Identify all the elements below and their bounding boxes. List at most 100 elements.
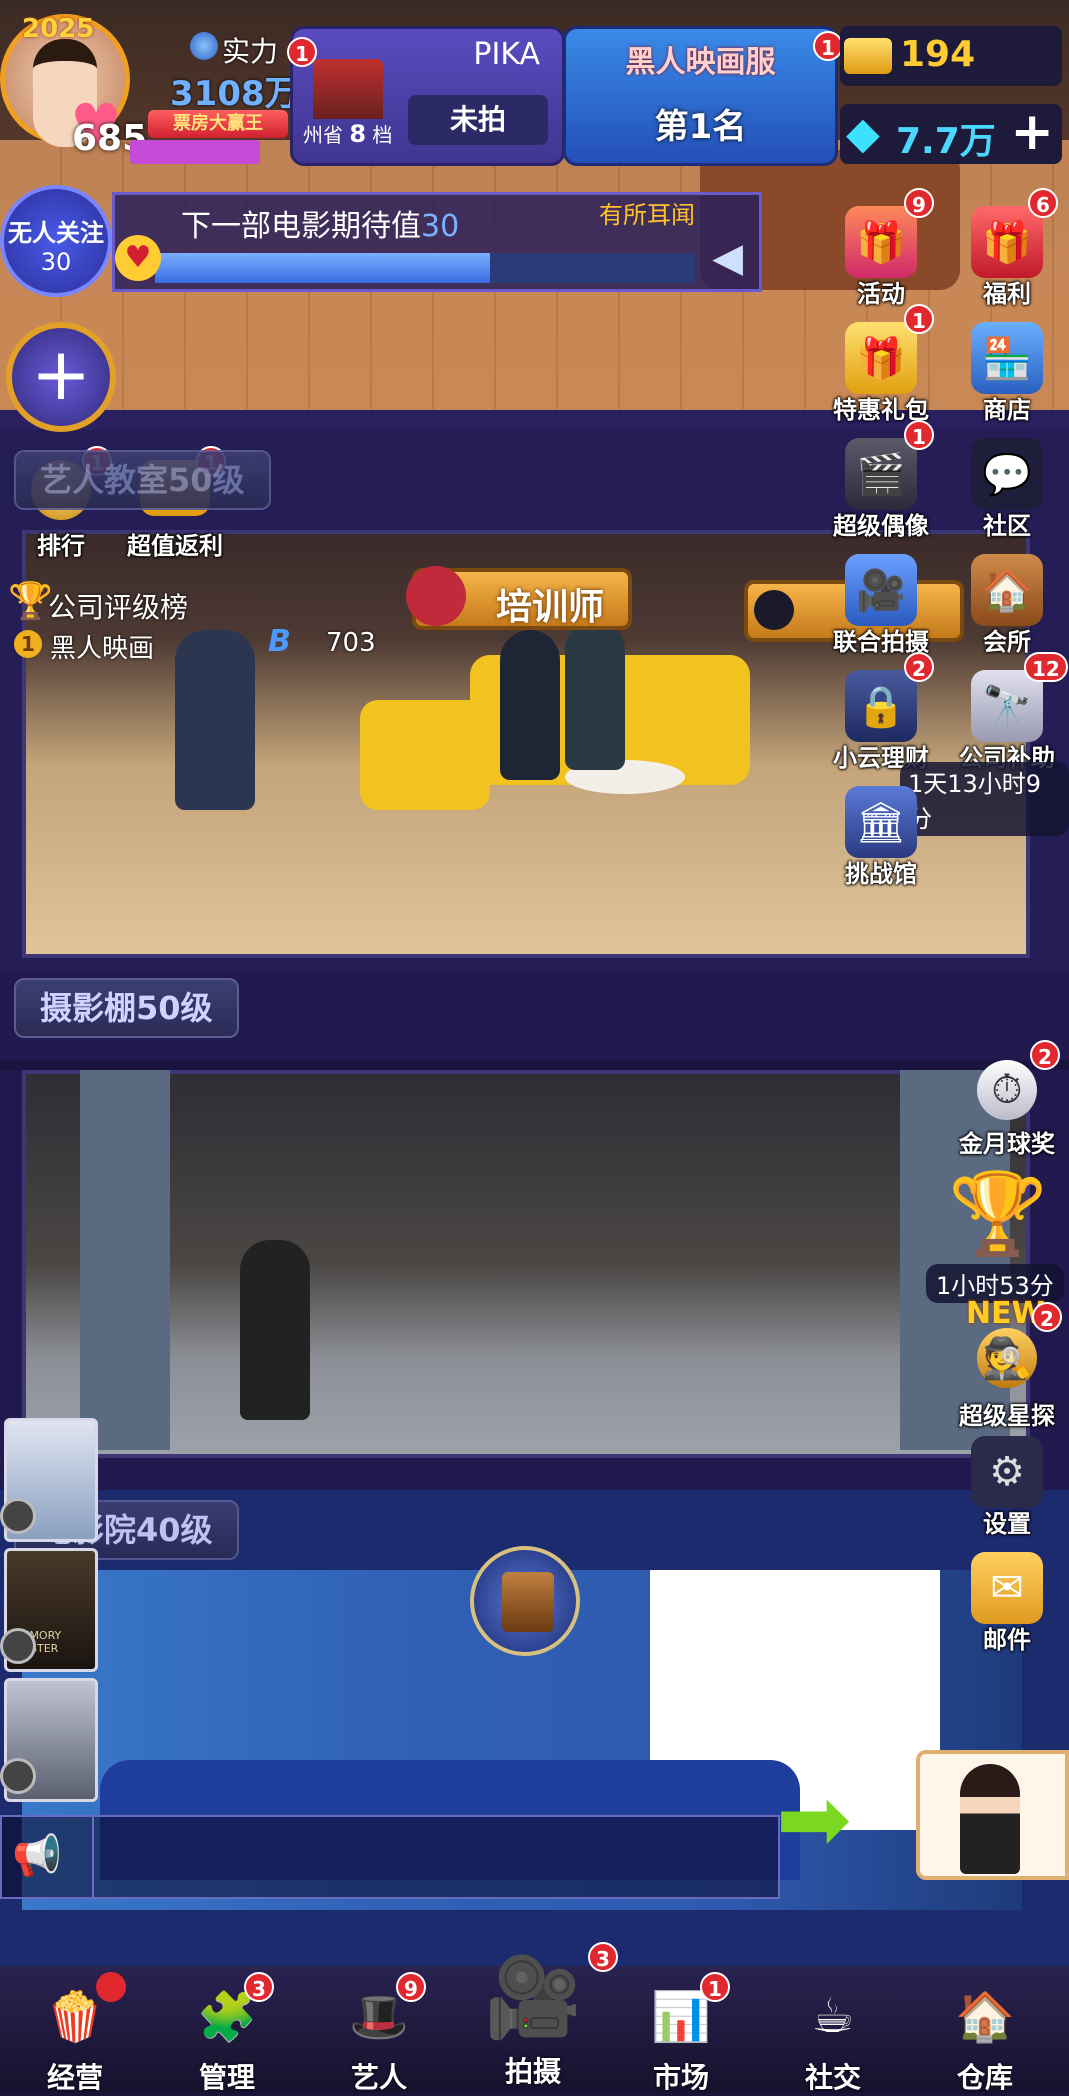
finance-button[interactable]: 🔒 小云理财 2	[826, 652, 936, 773]
rebate-label: 超值返利	[127, 532, 223, 560]
studio-status-text: 未拍	[449, 103, 506, 136]
special-pack-button[interactable]: 🎁 特惠礼包 1	[826, 304, 936, 425]
welfare-label: 福利	[983, 280, 1031, 308]
film-reel-icon-3	[0, 1758, 36, 1794]
community-button[interactable]: 💬 社区	[952, 438, 1062, 541]
nav-manage[interactable]: 🧩 管理 3	[162, 1972, 292, 2094]
studio-slot-num: 8	[349, 120, 367, 148]
expectation-value: 30	[421, 209, 460, 244]
nav-artists[interactable]: 🎩 艺人 9	[314, 1972, 444, 2094]
joint-shoot-icon: 🎥	[845, 554, 917, 626]
nav-artists-badge: 9	[396, 1972, 426, 2002]
nav-shoot[interactable]: 🎥 拍摄 3	[468, 1942, 618, 2092]
nav-market[interactable]: 📊 市场 1	[616, 1972, 746, 2094]
nav-social[interactable]: ☕ 社交	[768, 1972, 898, 2094]
chat-bar[interactable]: 📢	[0, 1815, 780, 1899]
studio-room	[0, 970, 1069, 1490]
expectation-track	[155, 253, 695, 283]
nav-market-badge: 1	[700, 1972, 730, 2002]
star-scout-button[interactable]: NEW 🕵 超级星探 2	[952, 1296, 1062, 1431]
subsidy-button[interactable]: 🔭 公司补助 12	[952, 652, 1068, 773]
nav-manage-label: 管理	[198, 2061, 255, 2094]
nav-artists-label: 艺人	[350, 2061, 407, 2094]
settings-button[interactable]: ⚙ 设置	[952, 1436, 1062, 1539]
golden-moon-label: 金月球奖	[959, 1130, 1055, 1158]
stopwatch-icon: ⏱	[977, 1060, 1037, 1120]
globe-icon	[190, 32, 218, 60]
super-idol-badge: 1	[904, 420, 934, 450]
nav-shoot-label: 拍摄	[504, 2055, 561, 2088]
warehouse-icon: 🏠	[955, 1988, 1015, 2045]
clapperboard-icon: 🎬	[845, 438, 917, 510]
year-badge: 2025	[22, 14, 95, 44]
film-reel-icon-2	[0, 1628, 36, 1664]
detective-icon: 🕵	[977, 1328, 1037, 1388]
title-badge-text: 票房大赢王	[173, 113, 263, 134]
movie-camera-icon: 🎥	[484, 1952, 582, 2043]
floor-label-classroom[interactable]: 艺人教室50级	[14, 450, 271, 510]
nav-business[interactable]: 🍿 经营	[10, 1972, 140, 2094]
super-idol-label: 超级偶像	[833, 512, 929, 540]
golden-moon-badge: 2	[1030, 1040, 1060, 1070]
special-pack-icon: 🎁	[845, 322, 917, 394]
follow-value: 30	[40, 248, 72, 276]
trainer-sign[interactable]: 培训师	[406, 566, 632, 630]
power-value: 3108万	[170, 74, 299, 114]
server-card[interactable]: 黑人映画服 第1名 1	[563, 26, 843, 166]
green-arrow-icon[interactable]: ➡	[776, 1775, 886, 1865]
studio-slot-unit: 档	[372, 123, 393, 147]
title-badge: 票房大赢王	[148, 110, 288, 138]
shop-label: 商店	[983, 396, 1031, 424]
hearts-bar	[130, 140, 260, 164]
studio-status[interactable]: 未拍	[408, 95, 548, 145]
super-idol-button[interactable]: 🎬 超级偶像 1	[826, 420, 936, 541]
nav-business-dot	[96, 1972, 126, 2002]
golden-trophy-icon[interactable]: 🏆	[948, 1166, 1048, 1262]
treasure-cube-icon[interactable]	[470, 1546, 580, 1656]
company-name: 黑人映画	[50, 634, 155, 664]
floor-label-studio[interactable]: 摄影棚50级	[14, 978, 239, 1038]
gift-box-icon: 🎁	[845, 206, 917, 278]
film-reel-icon-1	[0, 1498, 36, 1534]
coffee-cup-icon: ☕	[811, 1988, 855, 2044]
follow-indicator[interactable]: 无人关注 30	[0, 185, 112, 297]
rank-label: 排行	[37, 532, 85, 560]
expectation-panel[interactable]: 下一部电影期待值30 有所耳闻 ♥ ◀	[112, 192, 762, 292]
company-rank-panel[interactable]: 🏆 公司评级榜 1 黑人映画 B 703	[0, 580, 380, 670]
mail-label: 邮件	[983, 1626, 1031, 1654]
special-pack-badge: 1	[904, 304, 934, 334]
studio-name: PIKA	[473, 37, 540, 72]
building-icon	[313, 59, 383, 119]
welfare-button[interactable]: 🎁 福利 6	[952, 188, 1062, 309]
finance-badge: 2	[904, 652, 934, 682]
golden-moon-button[interactable]: ⏱ 金月球奖 2	[952, 1040, 1062, 1159]
joint-shoot-button[interactable]: 🎥 联合拍摄	[826, 554, 936, 657]
expectation-label: 下一部电影期待值	[181, 209, 421, 244]
server-card-badge: 1	[813, 31, 843, 61]
emoji-love-icon: ♥	[115, 235, 161, 281]
mail-button[interactable]: ✉ 邮件	[952, 1552, 1062, 1655]
diamond-icon: ◆	[846, 108, 880, 159]
assistant-portrait[interactable]	[916, 1750, 1069, 1880]
diamond-display[interactable]: ◆ 7.7万 +	[840, 104, 1062, 164]
megaphone-icon[interactable]: 📢	[12, 1831, 62, 1881]
company-score: 703	[326, 628, 376, 658]
activity-button[interactable]: 🎁 活动 9	[826, 188, 936, 309]
gear-icon: ⚙	[971, 1436, 1043, 1508]
challenge-hall-button[interactable]: 🏛 挑战馆	[826, 786, 936, 889]
add-button[interactable]: +	[6, 322, 116, 432]
studio-card-badge: 1	[287, 37, 317, 67]
studio-card[interactable]: PIKA 州省 8 档 未拍 1	[287, 26, 565, 166]
clubhouse-button[interactable]: 🏠 会所	[952, 554, 1062, 657]
shop-button[interactable]: 🏪 商店	[952, 322, 1062, 425]
challenge-hall-label: 挑战馆	[845, 860, 917, 888]
add-diamond-icon[interactable]: +	[1010, 106, 1054, 158]
gold-display[interactable]: 194	[840, 26, 1062, 86]
chat-bubbles-icon: 💬	[971, 438, 1043, 510]
welfare-badge: 6	[1028, 188, 1058, 218]
nav-warehouse[interactable]: 🏠 仓库	[920, 1972, 1050, 2095]
activity-badge: 9	[904, 188, 934, 218]
nav-social-label: 社交	[804, 2061, 861, 2094]
server-rank: 第1名	[654, 107, 747, 147]
collapse-arrow-icon[interactable]: ◀	[712, 235, 743, 281]
